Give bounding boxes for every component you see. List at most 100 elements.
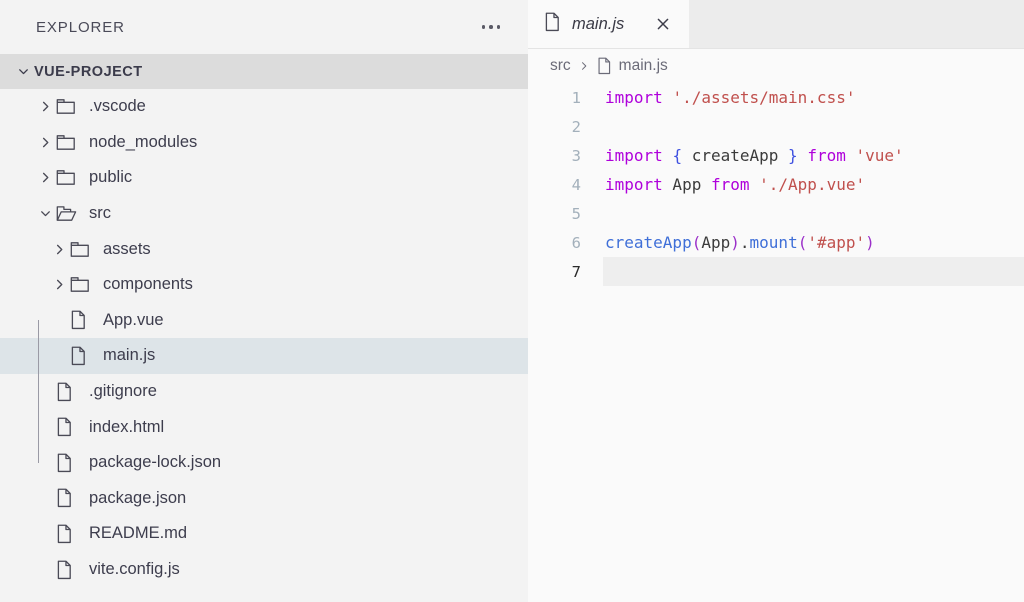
- tree-file-package-json[interactable]: package.json: [0, 481, 528, 517]
- tree-item-label: main.js: [103, 346, 156, 365]
- line-number: 3: [571, 146, 581, 165]
- line-number: 2: [571, 117, 581, 136]
- code-line-text: import { createApp } from 'vue': [603, 141, 1024, 170]
- breadcrumb-item-main-js[interactable]: main.js: [619, 57, 668, 75]
- tree-file-app-vue[interactable]: App.vue: [0, 303, 528, 339]
- code-token: createApp: [605, 233, 692, 252]
- code-token: (: [691, 233, 702, 252]
- code-line[interactable]: 4 import App from './App.vue': [528, 170, 1024, 199]
- tree-file-vite-config-js[interactable]: vite.config.js: [0, 552, 528, 588]
- code-line[interactable]: 5: [528, 199, 1024, 228]
- tree-item-label: index.html: [89, 417, 165, 436]
- chevron-right-icon[interactable]: [34, 167, 56, 189]
- chevron-right-icon[interactable]: [48, 274, 70, 296]
- chevron-right-icon: [578, 60, 590, 72]
- tab-main-js[interactable]: main.js: [528, 0, 690, 48]
- folder-closed-icon: [70, 274, 96, 296]
- code-line[interactable]: 2: [528, 112, 1024, 141]
- chevron-down-icon[interactable]: [34, 203, 56, 225]
- code-token: import: [605, 175, 663, 194]
- tree-file-index-html[interactable]: index.html: [0, 409, 528, 445]
- tree-item-label: package.json: [89, 488, 187, 507]
- tree-folder-components[interactable]: components: [0, 267, 528, 303]
- code-token: ): [730, 233, 740, 252]
- file-icon: [56, 416, 82, 438]
- folder-closed-icon: [56, 96, 82, 118]
- tree-file-package-lock-json[interactable]: package-lock.json: [0, 445, 528, 481]
- tree-item-label: src: [89, 204, 111, 223]
- explorer-title-bar: EXPLORER: [0, 0, 528, 54]
- breadcrumb-item-src[interactable]: src: [550, 57, 571, 75]
- code-token: mount: [749, 233, 798, 252]
- code-token: from: [807, 146, 846, 165]
- code-token: .: [739, 233, 750, 252]
- tree-item-label: components: [103, 275, 193, 294]
- chevron-right-icon[interactable]: [34, 96, 56, 118]
- chevron-right-icon[interactable]: [48, 238, 70, 260]
- code-token: import: [605, 88, 663, 107]
- code-line-text: import App from './App.vue': [603, 170, 1024, 199]
- code-token: './App.vue': [759, 175, 866, 194]
- code-line[interactable]: 6 createApp(App). mount('#app'): [528, 228, 1024, 257]
- tree-item-label: assets: [103, 239, 151, 258]
- code-lines: 1 import './assets/main.css' 2 3 import { cr…: [528, 83, 1024, 286]
- tree-item-label: vite.config.js: [89, 560, 180, 579]
- tree-folder-src[interactable]: src: [0, 196, 528, 232]
- tree-file-readme-md[interactable]: README.md: [0, 516, 528, 552]
- folder-closed-icon: [70, 238, 96, 260]
- tree-folder-assets[interactable]: assets: [0, 231, 528, 267]
- page-title: EXPLORER: [36, 18, 125, 36]
- file-icon: [56, 523, 82, 545]
- chevron-down-icon: [12, 61, 34, 83]
- ellipsis-icon[interactable]: [476, 14, 506, 40]
- tree-section-vue-project[interactable]: VUE-PROJECT: [0, 54, 528, 89]
- explorer-sidebar: EXPLORER VUE-PROJECT .vscode node_modules…: [0, 0, 528, 602]
- close-icon[interactable]: [651, 12, 675, 36]
- tree-item-label: .vscode: [89, 97, 146, 116]
- tree-file-main-js[interactable]: main.js: [0, 338, 528, 374]
- tab-label: main.js: [572, 14, 625, 33]
- editor-group: main.js src main.js 1 import './assets/ma…: [528, 0, 1024, 602]
- line-number: 4: [571, 175, 581, 194]
- file-icon: [56, 452, 82, 474]
- code-editor[interactable]: 1 import './assets/main.css' 2 3 import { cr…: [528, 83, 1024, 602]
- code-token: {: [672, 146, 683, 165]
- tree-folder-vscode[interactable]: .vscode: [0, 89, 528, 125]
- file-icon: [70, 309, 96, 331]
- code-line-text: [603, 257, 1024, 286]
- line-number: 6: [571, 233, 581, 252]
- code-token: }: [788, 146, 798, 165]
- file-tree: VUE-PROJECT .vscode node_modulespublic src…: [0, 54, 528, 602]
- tree-file-gitignore[interactable]: .gitignore: [0, 374, 528, 410]
- file-icon: [597, 57, 612, 75]
- code-line-text: import './assets/main.css': [603, 83, 1024, 112]
- tree-indent-guide: [38, 320, 39, 463]
- chevron-right-icon[interactable]: [34, 131, 56, 153]
- editor-tab-bar: main.js: [528, 0, 1024, 49]
- file-icon: [70, 345, 96, 367]
- code-line[interactable]: 7: [528, 257, 1024, 286]
- file-icon: [56, 487, 82, 509]
- code-token: (: [797, 233, 808, 252]
- tree-item-label: App.vue: [103, 310, 164, 329]
- line-number: 1: [571, 88, 581, 107]
- folder-closed-icon: [56, 167, 82, 189]
- code-token: App: [662, 175, 711, 194]
- code-token: '#app': [807, 233, 866, 252]
- code-token: 'vue': [855, 146, 904, 165]
- tree-folder-node-modules[interactable]: node_modules: [0, 125, 528, 161]
- file-icon: [544, 12, 561, 37]
- code-line[interactable]: 3 import { createApp } from 'vue': [528, 141, 1024, 170]
- tree-folder-public[interactable]: public: [0, 160, 528, 196]
- code-line[interactable]: 1 import './assets/main.css': [528, 83, 1024, 112]
- tree-item-label: public: [89, 168, 133, 187]
- code-token: from: [710, 175, 750, 194]
- folder-open-icon: [56, 203, 82, 225]
- breadcrumb: src main.js: [528, 49, 1024, 83]
- line-number: 5: [571, 204, 581, 223]
